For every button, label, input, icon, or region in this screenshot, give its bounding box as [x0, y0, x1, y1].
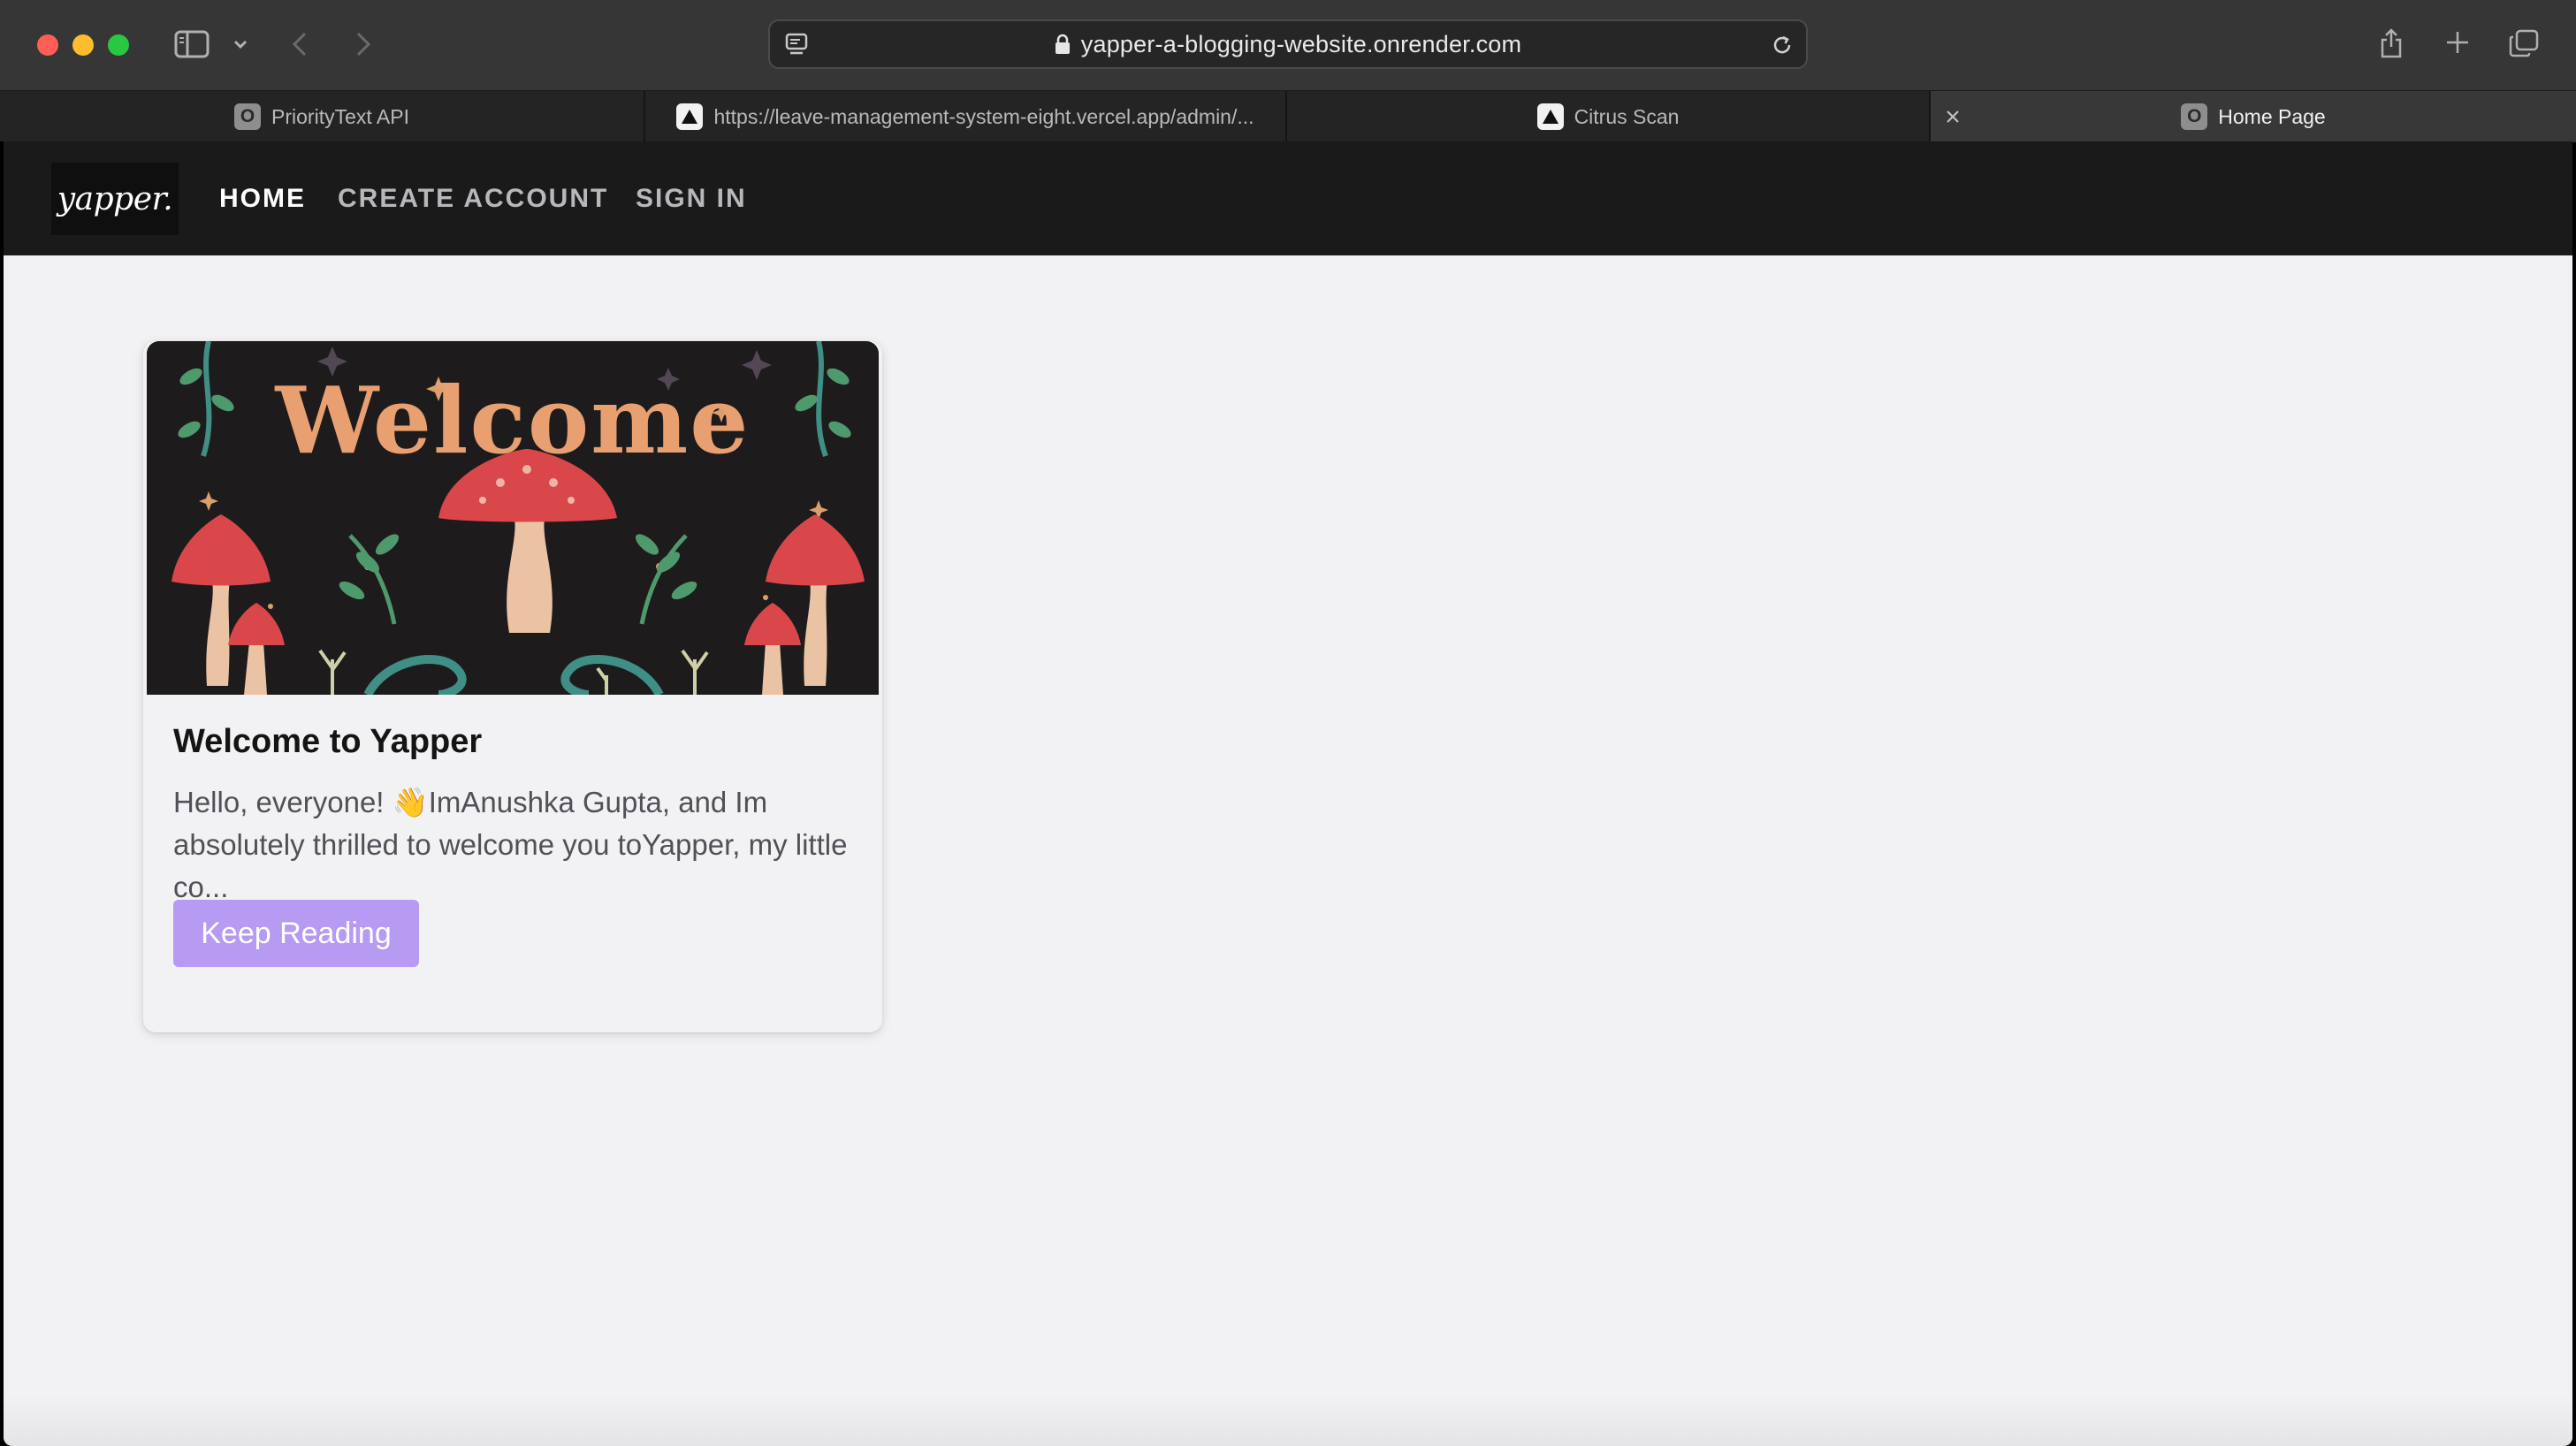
tab-label: Citrus Scan: [1574, 104, 1680, 128]
address-url: yapper-a-blogging-website.onrender.com: [1080, 30, 1522, 57]
web-page: yapper. HOME CREATE ACCOUNT SIGN IN Welc…: [4, 141, 2572, 1446]
post-excerpt: Hello, everyone! 👋ImAnushka Gupta, and I…: [173, 786, 848, 903]
window-minimize-button[interactable]: [72, 34, 94, 56]
tab-bar: O PriorityText API https://leave-managem…: [0, 90, 2576, 142]
address-bar[interactable]: yapper-a-blogging-website.onrender.com: [768, 19, 1808, 69]
nav-create-account-link[interactable]: CREATE ACCOUNT: [338, 141, 608, 255]
window-maximize-button[interactable]: [108, 34, 129, 56]
lock-icon: [1055, 34, 1071, 55]
tab-citrus-scan[interactable]: Citrus Scan: [1287, 91, 1931, 142]
o-favicon-icon: O: [2181, 103, 2208, 130]
sidebar-toggle-icon[interactable]: [173, 28, 210, 60]
site-navbar: yapper. HOME CREATE ACCOUNT SIGN IN: [4, 141, 2572, 255]
chevron-down-icon[interactable]: [232, 35, 249, 53]
o-favicon-icon: O: [234, 103, 262, 130]
blog-post-card: Welcome Welcome to Yapper Hello, everyon…: [143, 341, 882, 1032]
keep-reading-button[interactable]: Keep Reading: [173, 900, 419, 967]
nav-home-link[interactable]: HOME: [219, 141, 306, 255]
new-tab-icon[interactable]: [2443, 28, 2472, 57]
tab-label: PriorityText API: [271, 104, 409, 128]
post-title[interactable]: Welcome to Yapper: [173, 723, 482, 761]
back-arrow-icon[interactable]: [288, 28, 311, 60]
forward-arrow-icon[interactable]: [352, 28, 375, 60]
page-bottom-shadow: [4, 1393, 2572, 1446]
close-tab-icon[interactable]: [1940, 91, 1966, 142]
vercel-favicon-icon: [676, 103, 704, 130]
reload-icon[interactable]: [1769, 32, 1795, 58]
window-close-button[interactable]: [37, 34, 58, 56]
tab-overview-icon[interactable]: [2507, 27, 2541, 60]
site-logo[interactable]: yapper.: [51, 163, 179, 235]
tab-leave-management[interactable]: https://leave-management-system-eight.ve…: [645, 91, 1287, 142]
tab-label: Home Page: [2218, 104, 2326, 128]
browser-toolbar: yapper-a-blogging-website.onrender.com: [0, 0, 2576, 90]
nav-sign-in-link[interactable]: SIGN IN: [636, 141, 747, 255]
share-icon[interactable]: [2378, 25, 2405, 62]
tab-label: https://leave-management-system-eight.ve…: [713, 104, 1254, 128]
tab-home-page[interactable]: O Home Page: [1931, 91, 2576, 142]
tab-prioritytext-api[interactable]: O PriorityText API: [0, 91, 645, 142]
vercel-favicon-icon: [1536, 103, 1564, 130]
post-cover-image: Welcome: [147, 341, 879, 695]
